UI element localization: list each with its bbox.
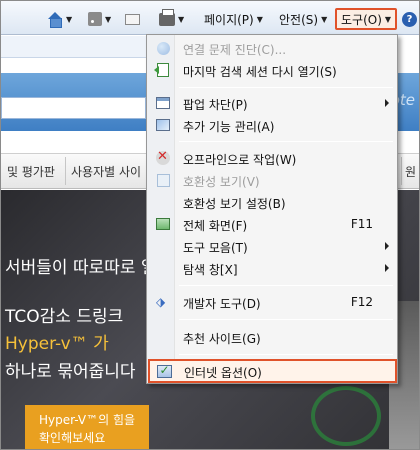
menu-separator xyxy=(179,87,393,88)
printer-icon xyxy=(159,8,175,26)
browser-window: ote 및 평가판 사용자별 사이 원 서버들이 따로따로 일 TCO감소 드링… xyxy=(0,0,420,450)
chevron-down-icon: ▼ xyxy=(105,14,112,24)
hero-line-4: 하나로 묶어줍니다 xyxy=(5,362,136,382)
safety-menu-label: 안전(S) xyxy=(279,12,319,27)
menu-item-full-screen[interactable]: 전체 화면(F) F11 xyxy=(149,213,395,235)
page-tab-by-user[interactable]: 사용자별 사이 xyxy=(71,163,141,180)
help-button[interactable]: ? xyxy=(402,9,417,29)
print-button[interactable]: ▼ xyxy=(159,8,185,29)
menu-item-explorer-bars[interactable]: 탐색 창[X] xyxy=(149,257,395,279)
menu-item-developer-tools[interactable]: ⬗ 개발자 도구(D) F12 xyxy=(149,291,395,313)
chevron-down-icon: ▼ xyxy=(66,14,73,24)
feeds-icon xyxy=(88,12,102,26)
offline-icon xyxy=(155,149,171,166)
popup-blocker-icon xyxy=(155,95,171,111)
tab-divider xyxy=(65,157,66,185)
command-bar: ▼ ▼ ▼ 페이지(P) ▼ 안전(S) ▼ 도구(O) ▼ ? xyxy=(1,1,419,35)
menu-item-toolbars[interactable]: 도구 모음(T) xyxy=(149,235,395,257)
chevron-down-icon: ▼ xyxy=(321,14,328,24)
diagnose-globe-icon xyxy=(155,40,171,56)
hero-line-1: 서버들이 따로따로 일 xyxy=(5,258,157,278)
page-menu-button[interactable]: 페이지(P) ▼ xyxy=(204,9,263,29)
chevron-down-icon: ▼ xyxy=(384,14,392,24)
promo-line-2: 확인해보세요 xyxy=(39,431,106,445)
internet-options-icon xyxy=(156,363,172,379)
mail-icon xyxy=(125,13,140,25)
menu-item-popup-blocker[interactable]: 팝업 차단(P) xyxy=(149,92,395,114)
menu-item-reopen-last-session[interactable]: 마지막 검색 세션 다시 열기(S) xyxy=(149,59,395,81)
safety-menu-button[interactable]: 안전(S) ▼ xyxy=(279,9,327,29)
hero-line-2: TCO감소 드링크 xyxy=(5,307,124,327)
menu-item-manage-addons[interactable]: 추가 기능 관리(A) xyxy=(149,114,395,136)
page-header-strip xyxy=(1,36,146,58)
page-tab-trials[interactable]: 및 평가판 xyxy=(7,163,55,180)
chevron-down-icon: ▼ xyxy=(178,14,185,24)
menu-separator xyxy=(179,141,393,142)
page-search-input[interactable] xyxy=(1,97,146,119)
help-icon: ? xyxy=(402,11,417,27)
submenu-arrow-icon xyxy=(385,99,389,107)
menu-separator xyxy=(179,354,393,355)
menu-separator xyxy=(179,285,393,286)
shortcut-f11: F11 xyxy=(350,217,373,231)
developer-tools-icon: ⬗ xyxy=(156,295,166,309)
home-icon xyxy=(47,12,63,28)
menu-item-internet-options[interactable]: 인터넷 옵션(O) xyxy=(148,359,397,383)
menu-separator xyxy=(179,319,393,320)
tools-menu-label: 도구(O) xyxy=(341,12,382,27)
manage-addons-icon xyxy=(155,117,171,133)
compatibility-view-icon xyxy=(155,172,171,188)
promo-line-1: Hyper-V™의 힘을 xyxy=(39,413,136,427)
menu-item-suggested-sites[interactable]: 추천 사이트(G) xyxy=(149,326,395,348)
submenu-arrow-icon xyxy=(385,242,389,250)
mail-button[interactable] xyxy=(125,9,140,29)
hero-decoration xyxy=(311,386,381,446)
menu-item-work-offline[interactable]: 오프라인으로 작업(W) xyxy=(149,147,395,169)
chevron-down-icon: ▼ xyxy=(256,14,263,24)
feeds-button[interactable]: ▼ xyxy=(88,9,111,29)
shortcut-f12: F12 xyxy=(350,295,373,309)
page-menu-label: 페이지(P) xyxy=(204,12,254,27)
home-button[interactable]: ▼ xyxy=(47,9,72,29)
tab-divider xyxy=(401,157,402,185)
menu-item-compatibility-view: 호환성 보기(V) xyxy=(149,169,395,191)
menu-item-diagnose-connection: 연결 문제 진단(C)... xyxy=(149,37,395,59)
page-tab-more[interactable]: 원 xyxy=(405,163,416,180)
submenu-arrow-icon xyxy=(385,264,389,272)
reopen-session-icon xyxy=(154,62,171,78)
fullscreen-icon xyxy=(155,216,171,232)
menu-item-compatibility-settings[interactable]: 호환성 보기 설정(B) xyxy=(149,191,395,213)
tools-dropdown-menu: 연결 문제 진단(C)... 마지막 검색 세션 다시 열기(S) 팝업 차단(… xyxy=(146,34,398,384)
tools-menu-button[interactable]: 도구(O) ▼ xyxy=(335,8,398,30)
hero-line-3: Hyper-v™ 가 xyxy=(5,334,109,354)
